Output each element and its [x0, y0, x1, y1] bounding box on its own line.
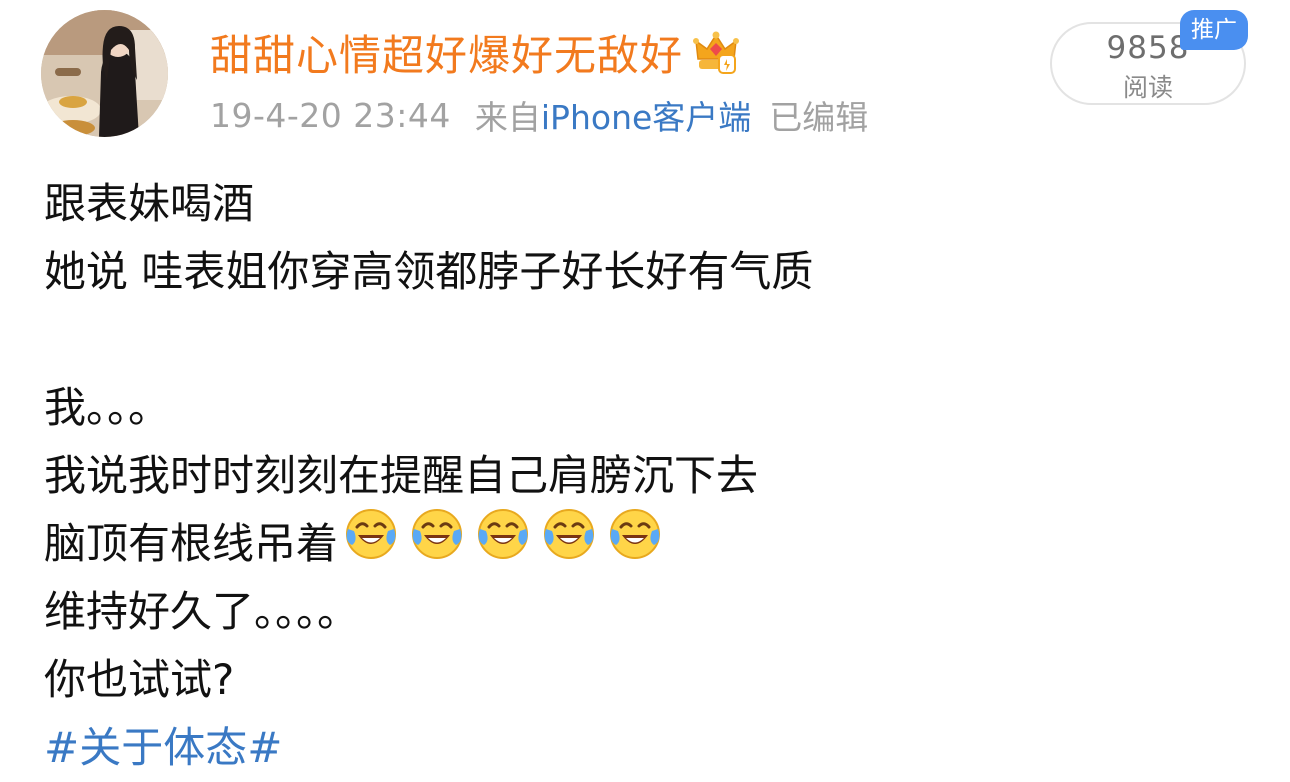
- source-link[interactable]: iPhone客户端: [541, 91, 751, 139]
- laugh-cry-emoji-icon: [344, 507, 398, 561]
- post-line: 她说 哇表姐你穿高领都脖子好长好有气质: [44, 247, 814, 296]
- edited-label[interactable]: 已编辑: [769, 91, 868, 139]
- post-line: 维持好久了。。。。: [44, 587, 360, 636]
- laugh-cry-emoji-icon: [476, 507, 530, 561]
- post-time: 19-4-20 23:44: [210, 95, 451, 135]
- post-line: 跟表妹喝酒: [44, 179, 255, 228]
- laugh-cry-emoji-icon: [542, 507, 596, 561]
- username[interactable]: 甜甜心情超好爆好无敌好: [210, 22, 683, 83]
- source-prefix: 来自: [474, 98, 541, 137]
- post-line: 你也试试?: [44, 655, 235, 704]
- username-row: 甜甜心情超好爆好无敌好: [210, 22, 740, 83]
- crown-vip-icon[interactable]: [693, 29, 740, 75]
- post-line: 我说我时时刻刻在提醒自己肩膀沉下去: [44, 451, 759, 500]
- post-line-with-emoji: 脑顶有根线吊着: [44, 507, 1264, 581]
- post-meta: 19-4-20 23:44 来自 iPhone客户端 已编辑: [210, 92, 868, 138]
- post-line-text: 脑顶有根线吊着: [44, 519, 339, 568]
- hashtag-link[interactable]: #关于体态#: [44, 714, 282, 782]
- laugh-cry-emoji-icon: [410, 507, 464, 561]
- laugh-cry-emoji-icon: [608, 507, 662, 561]
- avatar[interactable]: [41, 10, 168, 137]
- post-line: 我。。。: [44, 383, 171, 432]
- promo-badge: 推广: [1180, 10, 1248, 50]
- post-body: 跟表妹喝酒 她说 哇表姐你穿高领都脖子好长好有气质 我。。。 我说我时时刻刻在提…: [44, 170, 1264, 782]
- read-label: 阅读: [1122, 73, 1173, 102]
- avatar-image: [41, 10, 168, 137]
- emoji-group: [338, 507, 662, 581]
- hashtag-line: #关于体态#: [44, 714, 1264, 782]
